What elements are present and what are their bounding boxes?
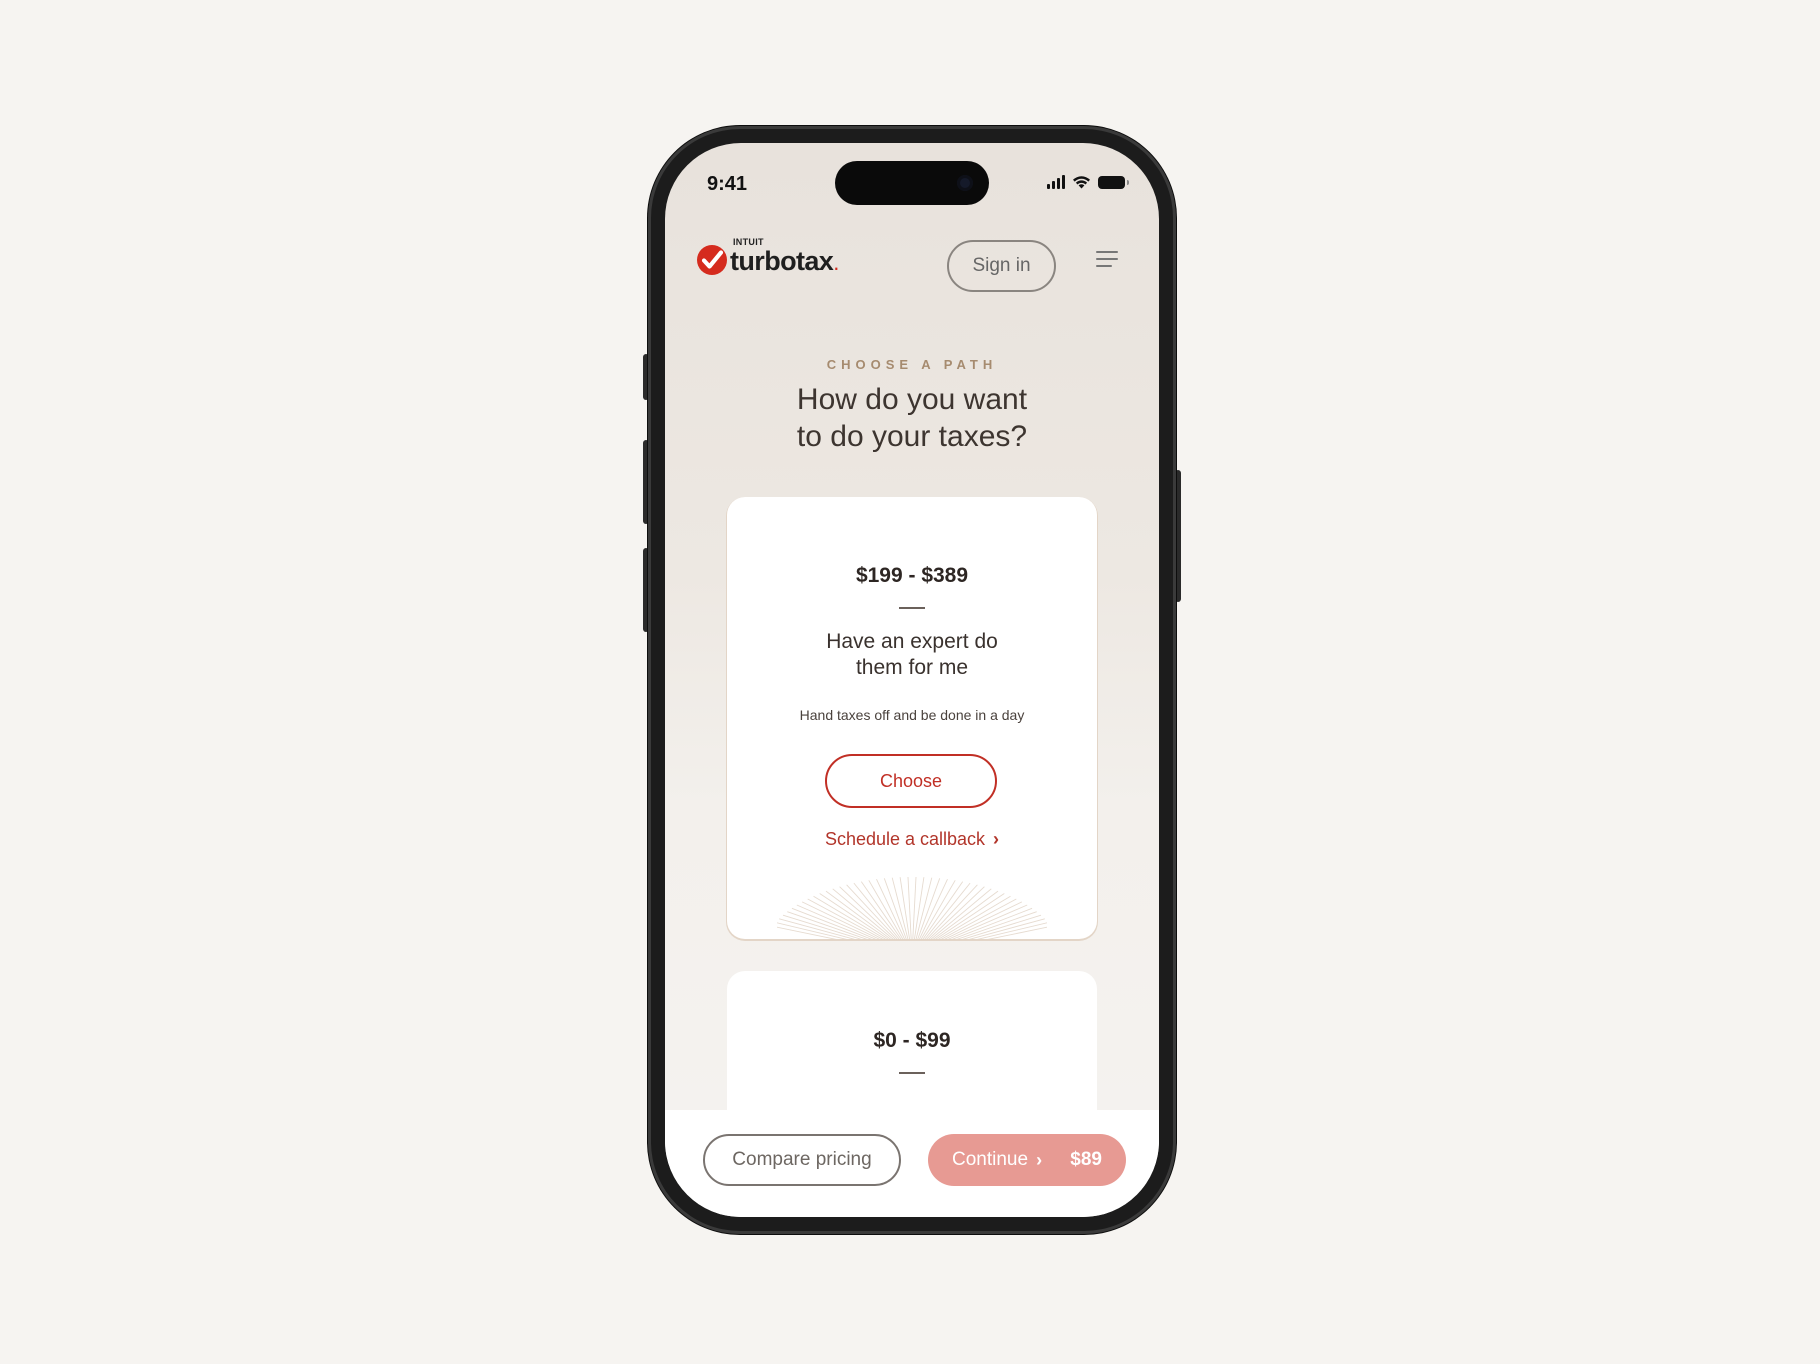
card-divider (899, 607, 925, 609)
schedule-callback-label: Schedule a callback (824, 829, 986, 849)
hamburger-menu-icon[interactable] (1096, 251, 1120, 269)
card-title: Have an expert do them for me (727, 629, 1097, 681)
wifi-icon (1073, 176, 1090, 189)
continue-price: $89 (1070, 1149, 1102, 1170)
eyebrow-text: CHOOSE A PATH (826, 357, 998, 372)
page-title-line-1: How do you want (796, 383, 1028, 416)
battery-icon (1098, 175, 1129, 189)
self-path-card: $0 - $99 (727, 971, 1097, 1131)
card-divider (899, 1072, 925, 1074)
card-price: $0 - $99 (873, 1029, 951, 1052)
compare-pricing-button[interactable]: Compare pricing (703, 1134, 901, 1186)
phone-screen: 9:41 INTUIT turbotax. Sign in CHOOSE A P… (665, 143, 1159, 1217)
schedule-callback-link[interactable]: Schedule a callback › (727, 829, 1097, 850)
logo-brand-text: turbotax (730, 246, 834, 276)
logo-wordmark: INTUIT turbotax. (730, 237, 840, 276)
card-title-line-2: them for me (855, 656, 969, 679)
chevron-right-icon: › (993, 829, 1000, 849)
card-title-line-1: Have an expert do (826, 630, 998, 653)
signal-icon (1047, 175, 1065, 189)
page-title-line-2: to do your taxes? (796, 420, 1028, 453)
chevron-right-icon: › (1036, 1149, 1043, 1170)
card-price: $199 - $389 (855, 564, 969, 587)
page-title: How do you want to do your taxes? (665, 381, 1159, 455)
status-time: 9:41 (707, 173, 748, 195)
status-icons (1047, 175, 1129, 189)
turbotax-logo[interactable]: INTUIT turbotax. (696, 237, 840, 276)
continue-button[interactable]: Continue › $89 (928, 1134, 1126, 1186)
stage: 9:41 INTUIT turbotax. Sign in CHOOSE A P… (0, 0, 1820, 1364)
logo-intuit-text: INTUIT (733, 237, 764, 247)
card-subtitle: Hand taxes off and be done in a day (799, 707, 1025, 723)
camera-icon (957, 175, 973, 191)
choose-button[interactable]: Choose (825, 754, 997, 808)
sign-in-button[interactable]: Sign in (947, 240, 1056, 292)
continue-label: Continue (952, 1149, 1029, 1170)
expert-path-card: $199 - $389 Have an expert do them for m… (727, 497, 1097, 939)
bottom-action-bar: Compare pricing Continue › $89 (665, 1110, 1159, 1217)
sunburst-decoration (777, 876, 1047, 939)
dynamic-island (835, 161, 989, 205)
logo-dot: . (833, 250, 840, 275)
turbotax-check-logo-icon (697, 245, 727, 275)
